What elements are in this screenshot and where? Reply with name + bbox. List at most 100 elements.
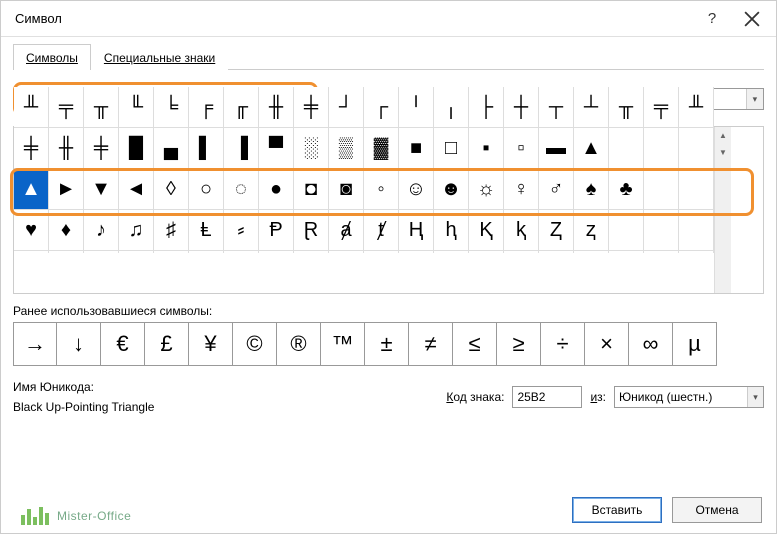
symbol-cell[interactable] bbox=[644, 128, 679, 169]
symbol-cell[interactable]: ♪ bbox=[84, 210, 119, 251]
symbol-cell[interactable]: ▫ bbox=[504, 128, 539, 169]
symbol-cell[interactable]: ╤ bbox=[49, 87, 84, 128]
symbol-cell[interactable]: ⱨ bbox=[434, 210, 469, 251]
symbol-cell[interactable]: ╥ bbox=[84, 87, 119, 128]
cancel-button[interactable]: Отмена bbox=[672, 497, 762, 523]
symbol-cell[interactable]: ■ bbox=[399, 128, 434, 169]
scrollbar[interactable]: ▲ ▼ bbox=[714, 127, 731, 293]
symbol-cell[interactable]: ╪ bbox=[84, 128, 119, 169]
symbol-cell[interactable]: ┼ bbox=[504, 87, 539, 128]
symbol-cell[interactable]: ├ bbox=[469, 87, 504, 128]
tab-symbols[interactable]: Символы bbox=[13, 44, 91, 70]
symbol-cell[interactable]: ○ bbox=[189, 169, 224, 210]
symbol-cell[interactable]: ┬ bbox=[539, 87, 574, 128]
symbol-cell[interactable]: ⱼ bbox=[469, 251, 504, 253]
symbol-cell[interactable]: Ⱶ bbox=[224, 251, 259, 253]
symbol-cell[interactable]: ⱴ bbox=[189, 251, 224, 253]
symbol-cell[interactable]: ▒ bbox=[329, 128, 364, 169]
recent-grid[interactable]: →↓€£¥©®™±≠≤≥÷×∞µ bbox=[13, 322, 764, 366]
symbol-cell[interactable] bbox=[679, 210, 714, 251]
symbol-cell[interactable]: Ɽ bbox=[294, 210, 329, 251]
symbol-cell[interactable]: ⱪ bbox=[504, 210, 539, 251]
symbol-cell[interactable]: ◦ bbox=[364, 169, 399, 210]
symbol-cell[interactable]: ◄ bbox=[119, 169, 154, 210]
recent-cell[interactable]: ∞ bbox=[629, 322, 673, 366]
symbol-cell[interactable]: ▄ bbox=[154, 128, 189, 169]
recent-cell[interactable]: → bbox=[13, 322, 57, 366]
symbol-cell[interactable]: ╫ bbox=[49, 128, 84, 169]
symbol-cell[interactable]: ⱬ bbox=[574, 210, 609, 251]
symbol-cell[interactable]: ♥ bbox=[14, 210, 49, 251]
symbol-cell[interactable]: ▪ bbox=[469, 128, 504, 169]
symbol-cell[interactable]: ╒ bbox=[189, 87, 224, 128]
symbol-cell[interactable]: ▌ bbox=[189, 128, 224, 169]
symbol-cell[interactable]: ▼ bbox=[84, 169, 119, 210]
symbol-cell[interactable]: ☻ bbox=[434, 169, 469, 210]
symbol-cell[interactable]: ▀ bbox=[259, 128, 294, 169]
symbol-cell[interactable]: Ɑ bbox=[14, 251, 49, 253]
recent-cell[interactable]: × bbox=[585, 322, 629, 366]
symbol-cell[interactable]: ♦ bbox=[49, 210, 84, 251]
symbol-cell[interactable]: ┘ bbox=[329, 87, 364, 128]
close-button[interactable] bbox=[732, 3, 772, 35]
symbol-cell[interactable] bbox=[609, 210, 644, 251]
symbol-cell[interactable] bbox=[644, 251, 679, 253]
symbol-cell[interactable] bbox=[679, 128, 714, 169]
symbol-cell[interactable]: ╨ bbox=[679, 87, 714, 128]
symbol-cell[interactable]: Ⱨ bbox=[399, 210, 434, 251]
symbol-cell[interactable]: ╤ bbox=[644, 87, 679, 128]
insert-button[interactable]: Вставить bbox=[572, 497, 662, 523]
symbol-cell[interactable]: ╘ bbox=[154, 87, 189, 128]
symbol-cell[interactable]: ► bbox=[49, 169, 84, 210]
scroll-up-icon[interactable]: ▲ bbox=[715, 127, 731, 144]
symbol-cell[interactable]: □ bbox=[434, 128, 469, 169]
symbol-cell[interactable]: ♀ bbox=[504, 169, 539, 210]
symbol-cell[interactable]: ◘ bbox=[294, 169, 329, 210]
scroll-down-icon[interactable]: ▼ bbox=[715, 144, 731, 161]
symbol-cell[interactable]: ● bbox=[259, 169, 294, 210]
symbol-cell[interactable]: ☼ bbox=[469, 169, 504, 210]
symbol-cell[interactable]: ┌ bbox=[364, 87, 399, 128]
symbol-cell[interactable]: ⱦ bbox=[364, 210, 399, 251]
symbol-cell[interactable]: ⱷ bbox=[294, 251, 329, 253]
symbol-cell[interactable]: ♯ bbox=[154, 210, 189, 251]
symbol-cell[interactable]: ⱶ bbox=[259, 251, 294, 253]
symbol-cell[interactable]: ◌ bbox=[224, 169, 259, 210]
symbol-cell[interactable]: ⸗ bbox=[224, 210, 259, 251]
symbol-cell[interactable]: ▲ bbox=[14, 169, 49, 210]
symbol-cell[interactable]: Ɀ bbox=[574, 251, 609, 253]
char-code-input[interactable] bbox=[512, 386, 582, 408]
symbol-cell[interactable]: Ɱ bbox=[49, 251, 84, 253]
symbol-cell[interactable]: ☺ bbox=[399, 169, 434, 210]
symbol-cell[interactable]: ⱽ bbox=[504, 251, 539, 253]
symbol-cell[interactable]: Ȿ bbox=[539, 251, 574, 253]
symbol-cell[interactable]: ⱺ bbox=[399, 251, 434, 253]
recent-cell[interactable]: ≠ bbox=[409, 322, 453, 366]
symbol-cell[interactable]: ╷ bbox=[434, 87, 469, 128]
recent-cell[interactable]: ™ bbox=[321, 322, 365, 366]
symbol-cell[interactable] bbox=[644, 169, 679, 210]
symbol-cell[interactable]: ╵ bbox=[399, 87, 434, 128]
symbol-cell[interactable]: ┴ bbox=[574, 87, 609, 128]
symbol-cell[interactable]: ⱥ bbox=[329, 210, 364, 251]
symbol-cell[interactable]: ♠ bbox=[574, 169, 609, 210]
symbol-cell[interactable]: ▓ bbox=[364, 128, 399, 169]
symbol-cell[interactable]: ◙ bbox=[329, 169, 364, 210]
symbol-cell[interactable]: ◊ bbox=[154, 169, 189, 210]
symbol-cell[interactable]: ░ bbox=[294, 128, 329, 169]
symbol-cell[interactable]: Ⱳ bbox=[119, 251, 154, 253]
symbol-cell[interactable]: Ⱬ bbox=[539, 210, 574, 251]
recent-cell[interactable]: ≤ bbox=[453, 322, 497, 366]
tab-special-chars[interactable]: Специальные знаки bbox=[91, 44, 228, 70]
symbol-cell[interactable]: ▲ bbox=[574, 128, 609, 169]
recent-cell[interactable]: ® bbox=[277, 322, 321, 366]
symbol-cell[interactable]: ♫ bbox=[119, 210, 154, 251]
symbol-cell[interactable]: ♣ bbox=[609, 169, 644, 210]
symbol-cell[interactable]: ╥ bbox=[609, 87, 644, 128]
recent-cell[interactable]: µ bbox=[673, 322, 717, 366]
symbol-cell[interactable]: Ɐ bbox=[84, 251, 119, 253]
from-combo[interactable]: ▾ bbox=[614, 386, 764, 408]
chevron-down-icon[interactable]: ▾ bbox=[746, 89, 763, 109]
symbol-cell[interactable]: █ bbox=[119, 128, 154, 169]
symbol-cell[interactable]: ╓ bbox=[224, 87, 259, 128]
